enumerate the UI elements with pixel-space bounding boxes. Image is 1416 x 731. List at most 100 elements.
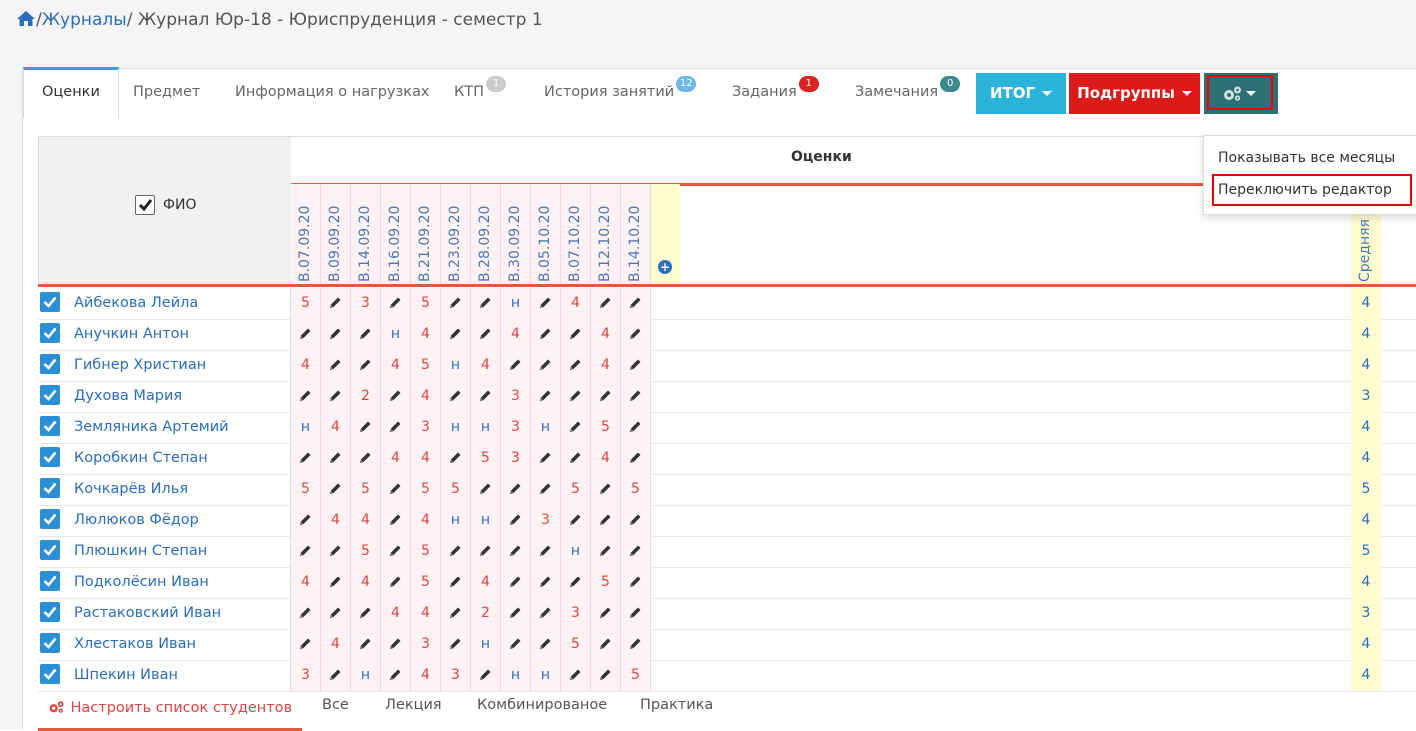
add-circle-icon[interactable]: + [658, 260, 672, 274]
grade-cell[interactable] [441, 536, 471, 567]
grade-cell[interactable] [321, 536, 351, 567]
grade-cell[interactable] [291, 598, 321, 629]
grade-cell[interactable]: 3 [561, 598, 591, 629]
grade-cell[interactable]: 4 [351, 567, 381, 598]
grade-cell[interactable]: 4 [381, 443, 411, 474]
grade-cell[interactable] [291, 505, 321, 536]
grade-cell[interactable] [621, 350, 651, 381]
date-column-header[interactable]: В.05.10.20 [531, 184, 561, 284]
grade-cell[interactable] [561, 567, 591, 598]
student-name-link[interactable]: Земляника Артемий [74, 419, 229, 435]
grade-cell[interactable] [351, 412, 381, 443]
date-column-header[interactable]: В.07.09.20 [291, 184, 321, 284]
grade-cell[interactable] [531, 381, 561, 412]
grade-cell[interactable] [321, 350, 351, 381]
grade-cell[interactable]: 4 [411, 505, 441, 536]
grade-cell[interactable]: 3 [501, 443, 531, 474]
grade-cell[interactable] [621, 443, 651, 474]
student-checkbox[interactable] [40, 633, 60, 653]
student-name-link[interactable]: Подколёсин Иван [74, 574, 209, 590]
student-checkbox[interactable] [40, 509, 60, 529]
grade-cell[interactable]: 4 [591, 319, 621, 350]
grade-cell[interactable]: 3 [351, 288, 381, 319]
grade-cell[interactable] [351, 350, 381, 381]
student-checkbox[interactable] [40, 571, 60, 591]
grade-cell[interactable] [561, 350, 591, 381]
grade-cell[interactable] [441, 288, 471, 319]
student-checkbox[interactable] [40, 292, 60, 312]
grade-cell[interactable] [621, 536, 651, 567]
student-checkbox[interactable] [40, 385, 60, 405]
grade-cell[interactable] [501, 567, 531, 598]
grade-cell[interactable]: 5 [621, 660, 651, 691]
grade-cell[interactable]: н [471, 412, 501, 443]
grade-cell[interactable] [621, 505, 651, 536]
date-column-header[interactable]: В.09.09.20 [321, 184, 351, 284]
grade-cell[interactable]: 3 [501, 381, 531, 412]
grade-cell[interactable]: 5 [411, 288, 441, 319]
grade-cell[interactable] [561, 412, 591, 443]
grade-cell[interactable] [381, 474, 411, 505]
grade-cell[interactable] [321, 443, 351, 474]
student-checkbox[interactable] [40, 664, 60, 684]
grade-cell[interactable]: 5 [291, 288, 321, 319]
grade-cell[interactable] [531, 474, 561, 505]
grade-cell[interactable]: 4 [501, 319, 531, 350]
student-name-link[interactable]: Хлестаков Иван [74, 636, 196, 652]
grade-cell[interactable]: н [471, 629, 501, 660]
grade-cell[interactable] [621, 567, 651, 598]
grade-cell[interactable] [621, 319, 651, 350]
grade-cell[interactable]: 2 [471, 598, 501, 629]
grade-cell[interactable]: 5 [591, 567, 621, 598]
student-name-link[interactable]: Кочкарёв Илья [74, 481, 188, 497]
grade-cell[interactable] [321, 319, 351, 350]
grade-cell[interactable] [531, 443, 561, 474]
grade-cell[interactable]: 4 [411, 660, 441, 691]
grade-cell[interactable] [381, 381, 411, 412]
grade-cell[interactable]: н [501, 288, 531, 319]
grade-cell[interactable] [531, 319, 561, 350]
grade-cell[interactable] [291, 443, 321, 474]
grade-cell[interactable] [531, 536, 561, 567]
grade-cell[interactable] [531, 629, 561, 660]
grade-cell[interactable] [561, 443, 591, 474]
grade-cell[interactable] [381, 505, 411, 536]
grade-cell[interactable]: 4 [351, 505, 381, 536]
grade-cell[interactable]: 5 [411, 567, 441, 598]
grade-cell[interactable]: 4 [321, 505, 351, 536]
grade-cell[interactable]: 3 [441, 660, 471, 691]
grade-cell[interactable] [381, 660, 411, 691]
grade-cell[interactable] [501, 629, 531, 660]
grade-cell[interactable] [441, 381, 471, 412]
show-all-months-item[interactable]: Показывать все месяцы [1218, 150, 1395, 166]
grade-cell[interactable]: 5 [471, 443, 501, 474]
date-column-header[interactable]: В.21.09.20 [411, 184, 441, 284]
grade-cell[interactable] [501, 350, 531, 381]
grade-cell[interactable]: 3 [411, 629, 441, 660]
grade-cell[interactable]: 4 [471, 567, 501, 598]
grade-cell[interactable] [351, 443, 381, 474]
grade-cell[interactable]: 5 [291, 474, 321, 505]
tab-workload-info[interactable]: Информация о нагрузках [235, 69, 429, 115]
grade-cell[interactable] [321, 288, 351, 319]
student-name-link[interactable]: Растаковский Иван [74, 605, 221, 621]
grade-cell[interactable]: 4 [321, 412, 351, 443]
grade-cell[interactable]: 5 [351, 474, 381, 505]
grade-cell[interactable] [591, 598, 621, 629]
date-column-header[interactable]: В.30.09.20 [501, 184, 531, 284]
grade-cell[interactable] [621, 381, 651, 412]
grade-cell[interactable]: н [441, 350, 471, 381]
grade-cell[interactable] [381, 536, 411, 567]
grade-cell[interactable]: 5 [411, 474, 441, 505]
student-checkbox[interactable] [40, 447, 60, 467]
filter-tab-combined[interactable]: Комбинированое [477, 690, 607, 720]
grade-cell[interactable] [381, 288, 411, 319]
grade-cell[interactable]: н [561, 536, 591, 567]
grade-cell[interactable] [291, 629, 321, 660]
filter-tab-all[interactable]: Все [322, 690, 349, 720]
grade-cell[interactable]: н [531, 660, 561, 691]
tab-grades[interactable]: Оценки [23, 67, 119, 118]
grade-cell[interactable] [501, 598, 531, 629]
grade-cell[interactable] [471, 319, 501, 350]
grade-cell[interactable] [591, 288, 621, 319]
